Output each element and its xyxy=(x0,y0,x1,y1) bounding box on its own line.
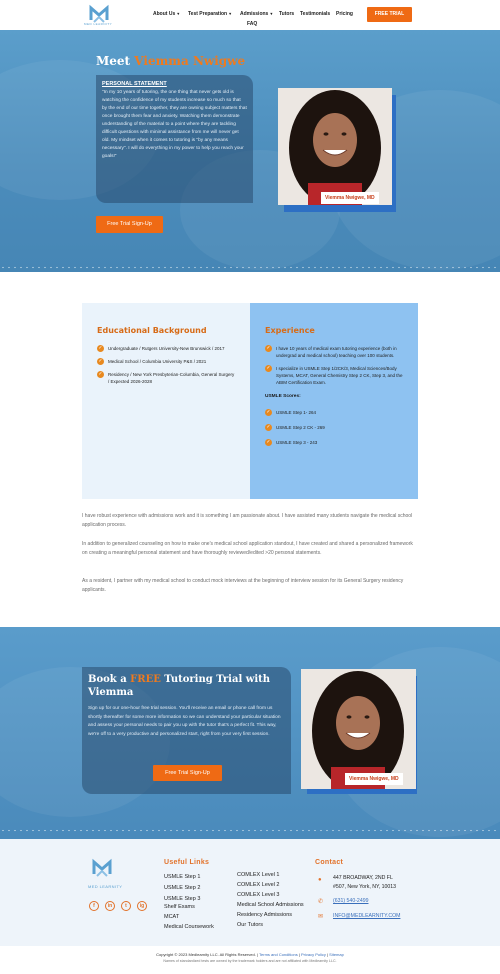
disclaimer: Names of standardized tests are owned by… xyxy=(163,959,337,963)
check-icon: ✓ xyxy=(265,439,272,446)
page-title: Meet Viemma Nwigwe xyxy=(96,54,246,68)
scores-heading: USMLE Scores: xyxy=(265,394,301,399)
check-icon: ✓ xyxy=(97,358,104,365)
footer-link[interactable]: COMLEX Level 2 xyxy=(237,882,280,888)
instagram-icon[interactable]: ig xyxy=(137,901,147,911)
phone-icon: ✆ xyxy=(318,899,324,905)
experience-box: Experience ✓ I have 10 years of medical e… xyxy=(250,303,418,499)
education-box: Educational Background ✓ Undergraduate / … xyxy=(82,303,250,499)
photo-caption: Viemma Nwigwe, MD xyxy=(345,773,403,785)
dotted-divider xyxy=(0,829,500,832)
contact-heading: Contact xyxy=(315,859,344,866)
footer-link[interactable]: Residency Admissions xyxy=(237,912,292,918)
score-item: ✓ USMLE Step 1- 264 xyxy=(265,409,317,416)
list-item: ✓ I have 10 years of medical exam tutorin… xyxy=(265,345,397,358)
counseling-paragraph: In addition to generalized counseling on… xyxy=(82,541,413,556)
terms-link[interactable]: Terms and Conditions xyxy=(259,952,298,957)
photo-caption: Viemma Nwigwe, MD xyxy=(321,192,379,204)
cta-text: Sign up for our one-hour free trial sess… xyxy=(88,706,281,737)
chevron-down-icon: ▾ xyxy=(270,11,273,16)
nav-pricing[interactable]: Pricing xyxy=(336,11,353,17)
logo-text: MED LEARNITY xyxy=(84,22,113,26)
footer-link[interactable]: USMLE Step 3 xyxy=(164,896,200,902)
check-icon: ✓ xyxy=(97,345,104,352)
tutor-photo: Viemma Nwigwe, MD xyxy=(278,88,392,205)
footer-logo[interactable] xyxy=(91,858,113,880)
location-icon: ● xyxy=(318,877,322,883)
check-icon: ✓ xyxy=(265,424,272,431)
list-item: ✓ Undergraduate / Rutgers University-New … xyxy=(97,345,225,352)
facebook-icon[interactable]: f xyxy=(89,901,99,911)
cta-signup-button[interactable]: Free Trial Sign-Up xyxy=(153,765,222,781)
list-item: ✓ Residency / New York Presbyterian-Colum… xyxy=(97,371,235,384)
personal-statement-title: PERSONAL STATEMENT xyxy=(102,81,167,87)
footer-logo-text: MED LEARNITY xyxy=(88,884,123,889)
nav-testimonials[interactable]: Testimonials xyxy=(300,11,330,17)
hero-signup-button[interactable]: Free Trial Sign-Up xyxy=(96,216,163,233)
footer-link[interactable]: MCAT xyxy=(164,914,179,920)
nav-about-us[interactable]: About Us ▾ xyxy=(153,11,179,17)
resident-paragraph: As a resident, I partner with my medical… xyxy=(82,578,404,593)
personal-statement-box: PERSONAL STATEMENT "In my 10 years of tu… xyxy=(96,75,253,203)
list-item: ✓ I specialize in USMLE Step 1/2CK/3, Med… xyxy=(265,365,403,385)
footer-link[interactable]: Shelf Exams xyxy=(164,904,195,910)
cta-tutor-photo: Viemma Nwigwe, MD xyxy=(301,669,416,789)
top-nav: MED LEARNITY About Us ▾ Test Preparation ▾… xyxy=(0,0,500,30)
address: 447 BROADWAY, 2ND FL #507, New York, NY, … xyxy=(333,875,397,890)
check-icon: ✓ xyxy=(97,371,104,378)
footer-link[interactable]: USMLE Step 2 xyxy=(164,885,200,891)
nav-tutors[interactable]: Tutors xyxy=(279,11,294,17)
bottom-bar: Copyright © 2023 Medlearnity LLC. All Ri… xyxy=(0,946,500,974)
footer-link[interactable]: COMLEX Level 1 xyxy=(237,872,280,878)
footer-link[interactable]: USMLE Step 1 xyxy=(164,874,200,880)
list-item: ✓ Medical School / Columbia University P&… xyxy=(97,358,207,365)
check-icon: ✓ xyxy=(265,345,272,352)
email-link[interactable]: INFO@MEDLEARNITY.COM xyxy=(333,912,400,921)
score-item: ✓ USMLE Step 2 CK - 269 xyxy=(265,424,325,431)
nav-test-preparation[interactable]: Test Preparation ▾ xyxy=(188,11,231,17)
footer-link[interactable]: Medical School Admissions xyxy=(237,902,304,908)
copyright: Copyright © 2023 Medlearnity LLC. All Ri… xyxy=(156,952,344,957)
twitter-icon[interactable]: t xyxy=(121,901,131,911)
cta-heading: Book a FREE Tutoring Trial with Viemma xyxy=(88,674,271,698)
footer-link[interactable]: Our Tutors xyxy=(237,922,263,928)
linkedin-icon[interactable]: in xyxy=(105,901,115,911)
free-trial-button[interactable]: FREE TRIAL xyxy=(367,7,412,22)
personal-statement-text: "In my 10 years of tutoring, the one thi… xyxy=(102,90,247,159)
check-icon: ✓ xyxy=(265,409,272,416)
nav-admissions[interactable]: Admissions ▾ xyxy=(240,11,272,17)
nav-faq[interactable]: FAQ xyxy=(247,21,257,27)
useful-links-heading: Useful Links xyxy=(164,859,210,866)
check-icon: ✓ xyxy=(265,365,272,372)
education-heading: Educational Background xyxy=(97,326,207,335)
footer-link[interactable]: COMLEX Level 3 xyxy=(237,892,280,898)
score-item: ✓ USMLE Step 3 - 243 xyxy=(265,439,318,446)
dotted-divider xyxy=(0,266,500,269)
footer-link[interactable]: Medical Coursework xyxy=(164,924,214,930)
experience-heading: Experience xyxy=(265,326,315,335)
chevron-down-icon: ▾ xyxy=(229,11,232,16)
phone-link[interactable]: (631) 540-2499 xyxy=(333,897,368,906)
sitemap-link[interactable]: Sitemap xyxy=(329,952,344,957)
chevron-down-icon: ▾ xyxy=(177,11,180,16)
admissions-paragraph: I have robust experience with admissions… xyxy=(82,513,413,528)
email-icon: ✉ xyxy=(318,914,324,920)
privacy-link[interactable]: Privacy Policy xyxy=(301,952,326,957)
